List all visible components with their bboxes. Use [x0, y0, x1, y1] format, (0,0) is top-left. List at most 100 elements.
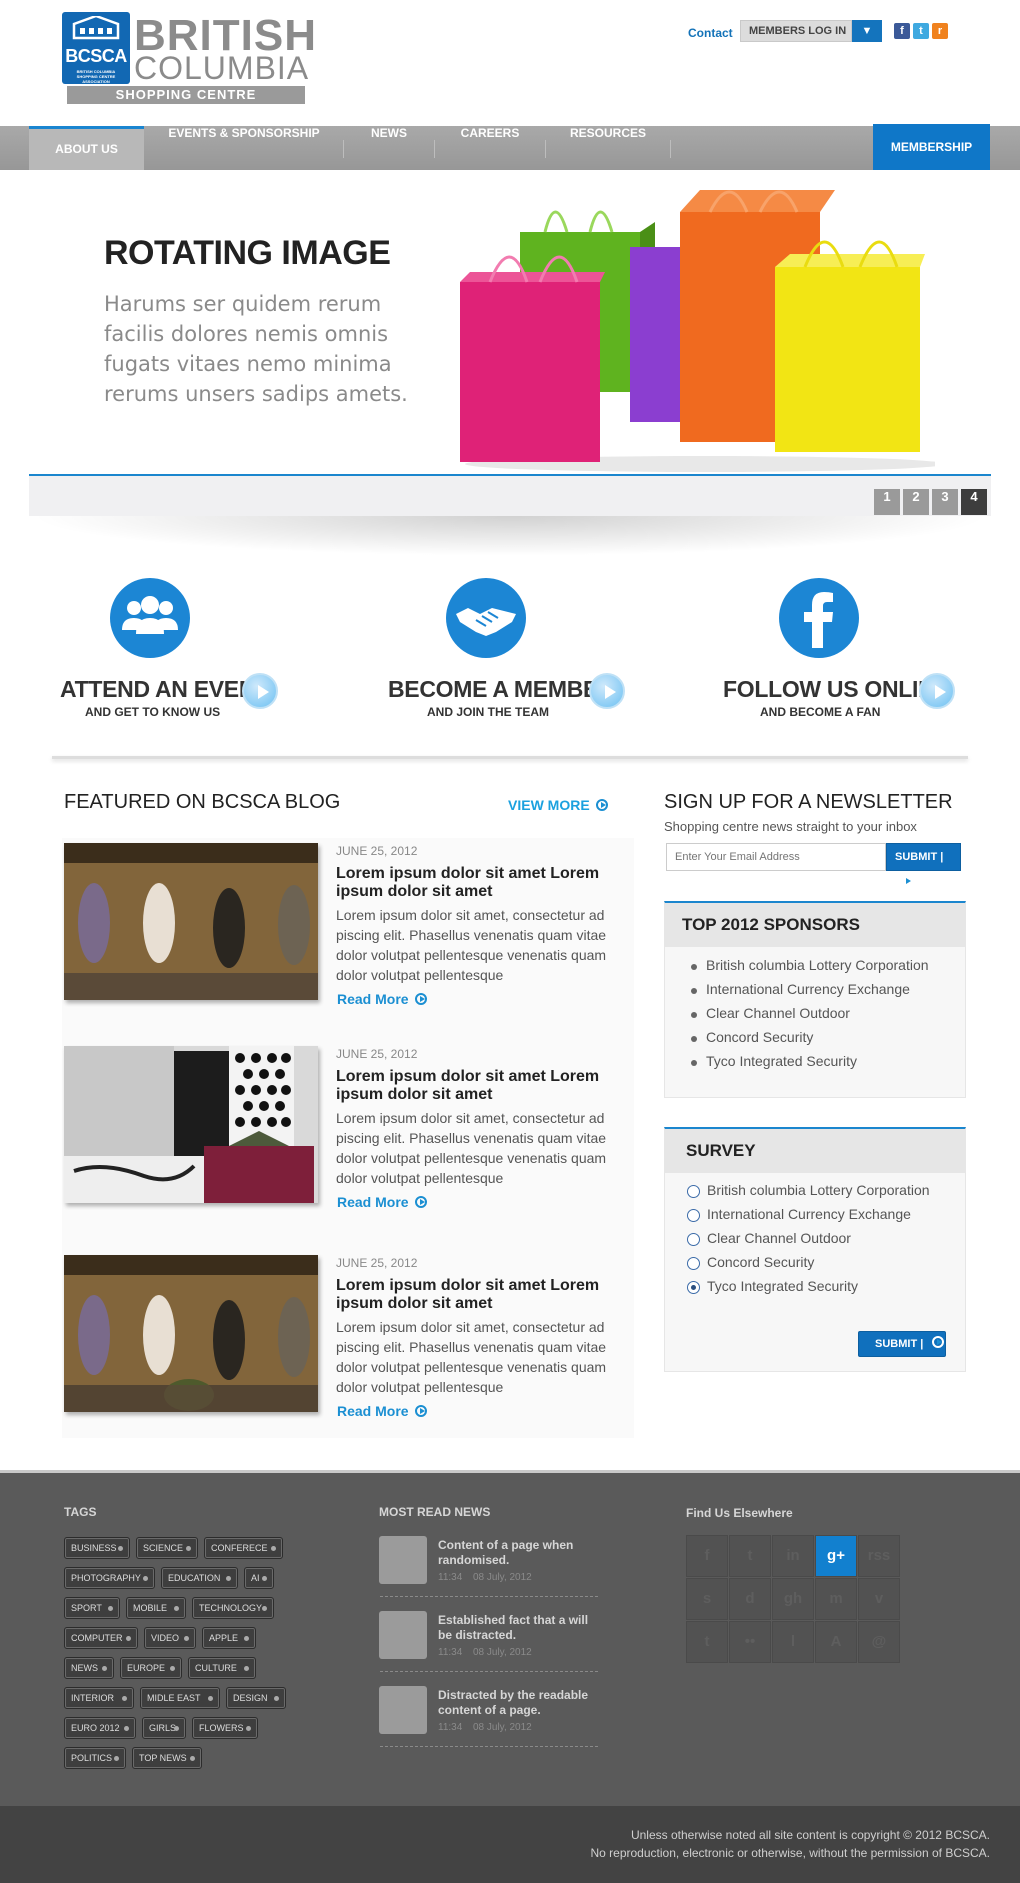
- post-date: JUNE 25, 2012: [336, 844, 418, 858]
- post-image-boutique-window[interactable]: [64, 843, 318, 1000]
- newsletter-submit-button[interactable]: SUBMIT |: [886, 843, 961, 887]
- post-title[interactable]: Lorem ipsum dolor sit amet Lorem ipsum d…: [336, 1277, 616, 1313]
- facebook-icon[interactable]: f: [686, 1535, 728, 1577]
- read-more-link[interactable]: Read More: [337, 1403, 427, 1419]
- survey-radio[interactable]: [687, 1257, 700, 1270]
- post-excerpt: Lorem ipsum dolor sit amet, consectetur …: [336, 1110, 607, 1186]
- survey-radio[interactable]: [687, 1233, 700, 1246]
- twitter-icon[interactable]: t: [913, 23, 929, 39]
- survey-option-label[interactable]: Concord Security: [707, 1254, 814, 1270]
- twitter-icon[interactable]: t: [729, 1535, 771, 1577]
- email-icon[interactable]: @: [858, 1621, 900, 1663]
- slide-page-1[interactable]: 1: [874, 489, 900, 515]
- bullet-icon: [691, 1060, 697, 1066]
- tag-chip[interactable]: GIRLS: [142, 1717, 186, 1739]
- survey-option-label[interactable]: British columbia Lottery Corporation: [707, 1182, 930, 1198]
- tag-chip[interactable]: INTERIOR: [64, 1687, 134, 1709]
- tag-chip[interactable]: EDUCATION: [161, 1567, 238, 1589]
- slide-page-3[interactable]: 3: [932, 489, 958, 515]
- tag-chip[interactable]: PHOTOGRAPHY: [64, 1567, 155, 1589]
- tag-chip[interactable]: COMPUTER: [64, 1627, 138, 1649]
- feature-attend-event[interactable]: ATTEND AN EVENT AND GET TO KNOW US: [48, 560, 298, 732]
- read-more-link[interactable]: Read More: [337, 1194, 427, 1210]
- tag-chip[interactable]: SCIENCE: [136, 1537, 198, 1559]
- tag-chip[interactable]: CONFERECE: [204, 1537, 283, 1559]
- survey-option-label[interactable]: Tyco Integrated Security: [707, 1278, 858, 1294]
- sponsor-item[interactable]: International Currency Exchange: [706, 981, 910, 997]
- post-title[interactable]: Lorem ipsum dolor sit amet Lorem ipsum d…: [336, 865, 616, 901]
- skype-icon[interactable]: s: [686, 1578, 728, 1620]
- tag-chip[interactable]: SPORT: [64, 1597, 120, 1619]
- feature-follow-online[interactable]: FOLLOW US ONLINE AND BECOME A FAN: [710, 560, 970, 732]
- tag-chip[interactable]: BUSINESS: [64, 1537, 130, 1559]
- flickr-icon[interactable]: ••: [729, 1621, 771, 1663]
- play-arrow-icon[interactable]: [242, 673, 278, 709]
- slide-page-2[interactable]: 2: [903, 489, 929, 515]
- tag-chip[interactable]: NEWS: [64, 1657, 114, 1679]
- tag-chip[interactable]: AI: [244, 1567, 274, 1589]
- survey-radio[interactable]: [687, 1185, 700, 1198]
- sponsor-item[interactable]: Clear Channel Outdoor: [706, 1005, 850, 1021]
- leaf-icon[interactable]: l: [772, 1621, 814, 1663]
- feature-become-member[interactable]: BECOME A MEMBER AND JOIN THE TEAM: [378, 560, 638, 732]
- tag-chip[interactable]: TECHNOLOGY: [192, 1597, 274, 1619]
- linkedin-icon[interactable]: in: [772, 1535, 814, 1577]
- github-icon[interactable]: gh: [772, 1578, 814, 1620]
- news-title[interactable]: Content of a page when randomised.: [438, 1538, 600, 1568]
- newsletter-email-input[interactable]: [666, 843, 886, 871]
- news-thumbnail[interactable]: [379, 1686, 427, 1734]
- tumblr-icon[interactable]: t: [686, 1621, 728, 1663]
- survey-radio[interactable]: [687, 1281, 700, 1294]
- post-image-gift-display[interactable]: [64, 1046, 318, 1203]
- tag-chip[interactable]: EUROPE: [120, 1657, 182, 1679]
- tag-chip[interactable]: MIDLE EAST: [140, 1687, 220, 1709]
- rss-icon[interactable]: r: [932, 23, 948, 39]
- tag-chip[interactable]: FLOWERS: [192, 1717, 258, 1739]
- survey-submit-button[interactable]: SUBMIT |: [858, 1331, 946, 1357]
- news-thumbnail[interactable]: [379, 1536, 427, 1584]
- survey-option-label[interactable]: International Currency Exchange: [707, 1206, 911, 1222]
- sponsor-item[interactable]: Concord Security: [706, 1029, 813, 1045]
- slide-page-4[interactable]: 4: [961, 489, 987, 515]
- nav-events-sponsorship[interactable]: EVENTS & SPONSORSHIP: [144, 126, 344, 170]
- survey-radio[interactable]: [687, 1209, 700, 1222]
- play-arrow-icon[interactable]: [589, 673, 625, 709]
- nav-about-us[interactable]: ABOUT US: [29, 126, 144, 170]
- nav-careers[interactable]: CAREERS: [435, 126, 545, 170]
- play-arrow-icon[interactable]: [919, 673, 955, 709]
- sponsor-item[interactable]: British columbia Lottery Corporation: [706, 957, 929, 973]
- news-title[interactable]: Established fact that a will be distract…: [438, 1613, 600, 1643]
- tag-chip[interactable]: APPLE: [202, 1627, 256, 1649]
- nav-membership[interactable]: MEMBERSHIP: [873, 124, 990, 170]
- members-login-button[interactable]: MEMBERS LOG IN: [740, 20, 852, 42]
- sponsor-item[interactable]: Tyco Integrated Security: [706, 1053, 857, 1069]
- google-plus-icon[interactable]: g+: [815, 1535, 857, 1577]
- rss-icon[interactable]: rss: [858, 1535, 900, 1577]
- logo-badge[interactable]: BCSCA BRITISH COLUMBIA SHOPPING CENTRE A…: [62, 12, 130, 84]
- tag-chip[interactable]: TOP NEWS: [132, 1747, 202, 1769]
- contact-link[interactable]: Contact: [688, 26, 733, 40]
- blog-post: JUNE 25, 2012 Lorem ipsum dolor sit amet…: [64, 1255, 624, 1425]
- tag-chip[interactable]: DESIGN: [226, 1687, 286, 1709]
- nav-news[interactable]: NEWS: [344, 126, 434, 170]
- dribbble-icon[interactable]: d: [729, 1578, 771, 1620]
- news-title[interactable]: Distracted by the readable content of a …: [438, 1688, 600, 1718]
- tag-chip[interactable]: POLITICS: [64, 1747, 126, 1769]
- members-login-dropdown[interactable]: ▼: [852, 20, 882, 42]
- facebook-icon[interactable]: f: [894, 23, 910, 39]
- post-title[interactable]: Lorem ipsum dolor sit amet Lorem ipsum d…: [336, 1068, 616, 1104]
- post-image-boutique-window[interactable]: [64, 1255, 318, 1412]
- tag-chip[interactable]: MOBILE: [126, 1597, 186, 1619]
- tag-chip[interactable]: CULTURE: [188, 1657, 256, 1679]
- nav-resources[interactable]: RESOURCES: [546, 126, 670, 170]
- appstore-icon[interactable]: A: [815, 1621, 857, 1663]
- news-thumbnail[interactable]: [379, 1611, 427, 1659]
- vimeo-icon[interactable]: v: [858, 1578, 900, 1620]
- read-more-link[interactable]: Read More: [337, 991, 427, 1007]
- tag-chip[interactable]: EURO 2012: [64, 1717, 136, 1739]
- tag-chip[interactable]: VIDEO: [144, 1627, 196, 1649]
- blog-post: JUNE 25, 2012 Lorem ipsum dolor sit amet…: [64, 1046, 624, 1216]
- survey-option-label[interactable]: Clear Channel Outdoor: [707, 1230, 851, 1246]
- view-more-link[interactable]: VIEW MORE: [508, 797, 608, 813]
- myspace-icon[interactable]: m: [815, 1578, 857, 1620]
